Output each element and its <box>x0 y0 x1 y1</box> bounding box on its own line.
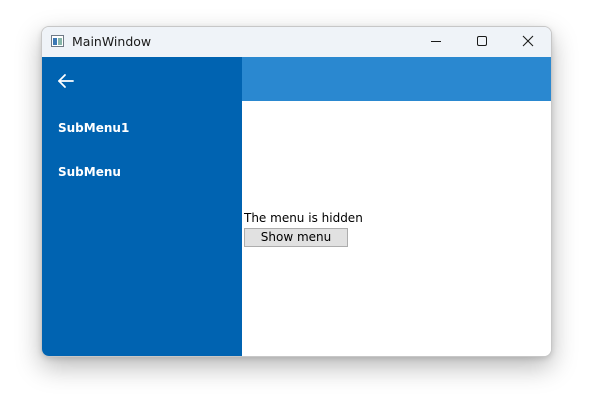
menu-item-submenu1[interactable]: SubMenu1 <box>58 121 129 135</box>
arrow-left-icon <box>58 74 74 88</box>
window-client-area: SubMenu1 SubMenu The menu is hidden Show… <box>42 57 551 356</box>
content-area: The menu is hidden Show menu <box>242 101 551 356</box>
maximize-icon <box>477 36 487 46</box>
main-window: MainWindow SubMenu1 SubMenu The menu is … <box>41 26 552 357</box>
maximize-button[interactable] <box>459 27 505 57</box>
close-icon <box>522 35 534 47</box>
header-bar <box>242 57 551 101</box>
back-button[interactable] <box>54 69 78 93</box>
menu-status-text: The menu is hidden <box>244 211 363 225</box>
close-button[interactable] <box>505 27 551 57</box>
minimize-button[interactable] <box>413 27 459 57</box>
menu-item-submenu[interactable]: SubMenu <box>58 165 121 179</box>
show-menu-button[interactable]: Show menu <box>244 228 348 247</box>
title-bar[interactable]: MainWindow <box>42 27 551 57</box>
minimize-icon <box>431 41 441 42</box>
window-title: MainWindow <box>72 34 152 49</box>
app-window-icon <box>51 35 64 47</box>
side-menu: SubMenu1 SubMenu <box>42 57 242 356</box>
